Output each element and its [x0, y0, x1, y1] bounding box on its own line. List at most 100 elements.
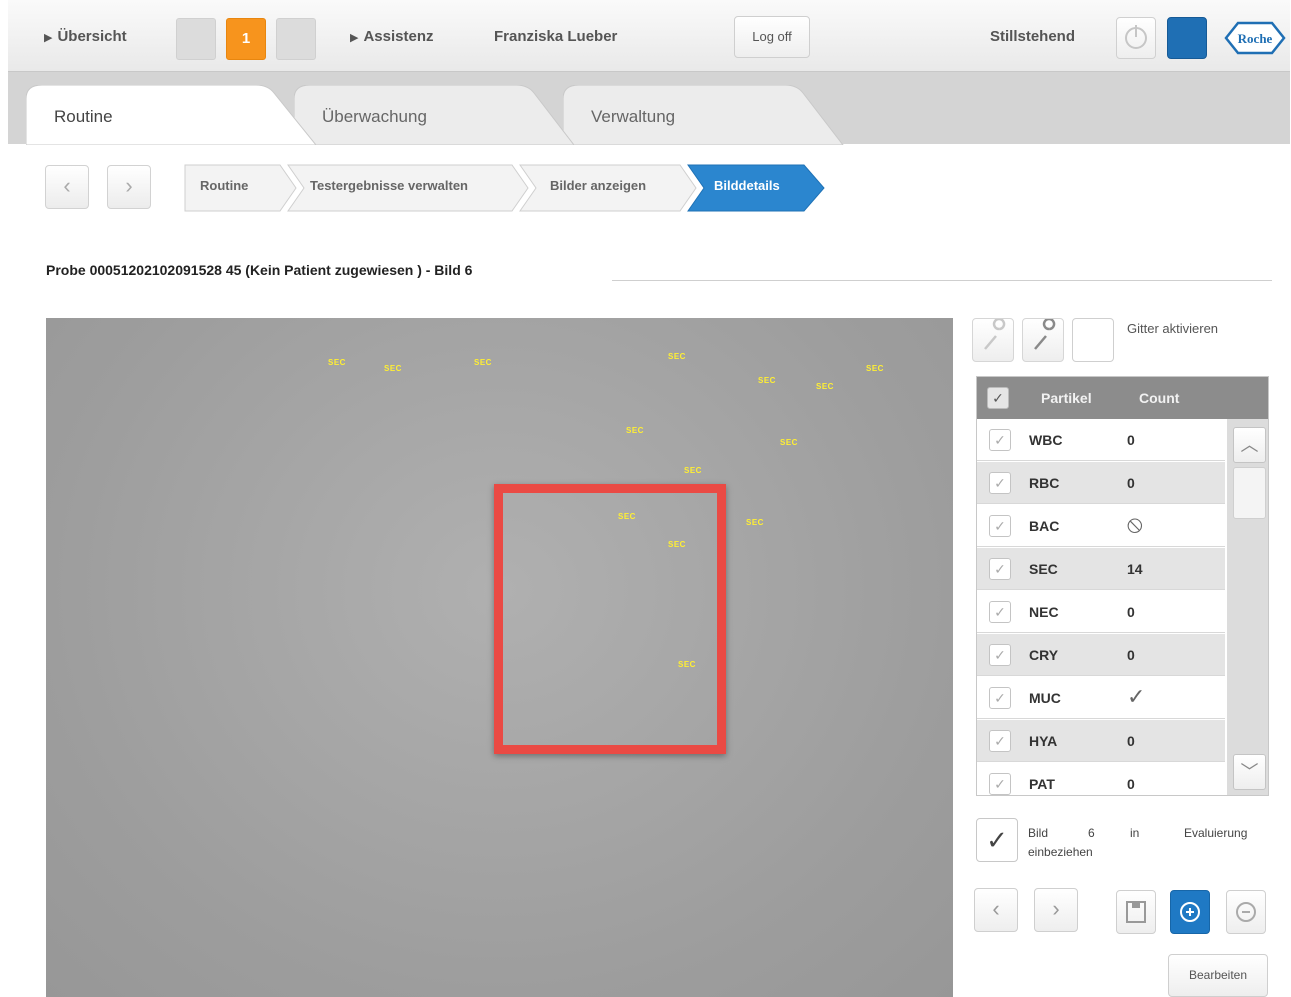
row-checkbox[interactable]: ✓: [989, 429, 1011, 451]
particle-tag[interactable]: SEC: [684, 466, 702, 475]
particle-count: 0: [1127, 776, 1135, 792]
notification-badge[interactable]: 1: [226, 18, 266, 60]
particle-table: ✓ Partikel Count ✓ WBC 0 ✓ RBC 0 ✓ BAC ⦸…: [976, 376, 1269, 796]
particle-count: 0: [1127, 604, 1135, 620]
row-checkbox[interactable]: ✓: [989, 472, 1011, 494]
column-header-particle: Partikel: [1041, 390, 1092, 406]
breadcrumb-item-routine[interactable]: Routine: [200, 178, 248, 193]
zoom-in-icon: [1180, 902, 1200, 922]
chevron-up-icon: ︿: [1240, 435, 1259, 455]
scroll-down-button[interactable]: ﹀: [1233, 754, 1266, 790]
particle-tag[interactable]: SEC: [746, 518, 764, 527]
row-checkbox[interactable]: ✓: [989, 515, 1011, 537]
particle-count: 0: [1127, 647, 1135, 663]
row-checkbox[interactable]: ✓: [989, 601, 1011, 623]
tab-routine[interactable]: Routine: [26, 85, 326, 145]
power-button[interactable]: [1116, 17, 1156, 59]
page-title: Probe 00051202102091528 45 (Kein Patient…: [46, 262, 473, 278]
breadcrumb-item-bilder[interactable]: Bilder anzeigen: [550, 178, 646, 193]
tab-bar: Verwaltung Überwachung Routine: [8, 72, 1290, 145]
tab-verwaltung[interactable]: Verwaltung: [563, 85, 853, 145]
particle-tag[interactable]: SEC: [780, 438, 798, 447]
particle-name: WBC: [1029, 432, 1063, 448]
zoom-out-icon: [1236, 902, 1256, 922]
user-icon[interactable]: [1167, 17, 1207, 59]
assistance-link[interactable]: ▶ Assistenz: [350, 28, 434, 45]
particle-count: 0: [1127, 733, 1135, 749]
zoom-in-button[interactable]: [1170, 890, 1210, 934]
table-row[interactable]: ✓ SEC 14: [977, 548, 1225, 590]
row-checkbox[interactable]: ✓: [989, 687, 1011, 709]
chevron-left-icon: ‹: [992, 896, 1000, 921]
triangle-right-icon: ▶: [350, 32, 359, 44]
eval-label-word: in: [1130, 826, 1140, 840]
chevron-right-icon: ›: [1052, 896, 1060, 921]
table-row[interactable]: ✓ WBC 0: [977, 419, 1225, 461]
include-in-evaluation-checkbox[interactable]: ✓: [976, 818, 1018, 862]
particle-name: MUC: [1029, 690, 1061, 706]
microscope-image[interactable]: SEC SEC SEC SEC SEC SEC SEC SEC SEC SEC …: [46, 318, 953, 997]
pin-tool-button[interactable]: [972, 317, 1014, 362]
chevron-right-icon: ›: [125, 173, 133, 198]
save-image-button[interactable]: [1116, 890, 1156, 934]
status-slot-1[interactable]: [176, 18, 216, 60]
table-header: ✓ Partikel Count: [977, 377, 1268, 419]
eval-label-word: Evaluierung: [1184, 826, 1248, 840]
edit-button[interactable]: Bearbeiten: [1168, 954, 1268, 997]
table-row[interactable]: ✓ HYA 0: [977, 720, 1225, 762]
table-row[interactable]: ✓ CRY 0: [977, 634, 1225, 676]
top-bar: ▶ Übersicht 1 ▶ Assistenz Franziska Lueber…: [8, 0, 1290, 72]
eval-label-word: Bild: [1028, 826, 1049, 840]
row-checkbox[interactable]: ✓: [989, 558, 1011, 580]
table-row[interactable]: ✓ RBC 0: [977, 462, 1225, 504]
particle-tag[interactable]: SEC: [474, 358, 492, 367]
scroll-up-button[interactable]: ︿: [1233, 427, 1266, 463]
next-image-button[interactable]: ›: [1034, 888, 1078, 932]
checkmark-icon: ✓: [1127, 684, 1146, 709]
row-checkbox[interactable]: ✓: [989, 773, 1011, 795]
particle-count: 0: [1127, 475, 1135, 491]
particle-name: NEC: [1029, 604, 1059, 620]
table-row[interactable]: ✓ NEC 0: [977, 591, 1225, 633]
particle-tag[interactable]: SEC: [384, 364, 402, 373]
tab-uberwachung[interactable]: Überwachung: [294, 85, 584, 145]
eval-label-sub: einbeziehen: [1028, 845, 1093, 859]
pin-active-button[interactable]: [1022, 317, 1064, 362]
selection-box[interactable]: [494, 484, 726, 754]
particle-name: CRY: [1029, 647, 1059, 663]
particle-tag[interactable]: SEC: [758, 376, 776, 385]
particle-name: HYA: [1029, 733, 1058, 749]
roche-logo: Roche: [1224, 21, 1286, 55]
particle-tag[interactable]: SEC: [668, 352, 686, 361]
particle-count: 0: [1127, 432, 1135, 448]
eval-label-word: 6: [1088, 826, 1095, 840]
zoom-out-button[interactable]: [1226, 890, 1266, 934]
table-row[interactable]: ✓ BAC ⦸: [977, 505, 1225, 547]
back-button[interactable]: ‹: [45, 165, 89, 209]
breadcrumb-item-testergebnisse[interactable]: Testergebnisse verwalten: [310, 178, 468, 193]
table-row[interactable]: ✓ PAT 0: [977, 763, 1225, 795]
roche-logo-text: Roche: [1238, 31, 1273, 46]
column-header-count: Count: [1139, 390, 1180, 406]
breadcrumb: Routine Testergebnisse verwalten Bilder …: [184, 164, 834, 212]
particle-tag[interactable]: SEC: [626, 426, 644, 435]
particle-tag[interactable]: SEC: [866, 364, 884, 373]
particle-tag[interactable]: SEC: [816, 382, 834, 391]
table-row[interactable]: ✓ MUC ✓: [977, 677, 1225, 719]
status-slot-2[interactable]: [276, 18, 316, 60]
overview-link[interactable]: ▶ Übersicht: [44, 28, 127, 45]
logoff-button[interactable]: Log off: [734, 16, 810, 58]
previous-image-button[interactable]: ‹: [974, 888, 1018, 932]
scrollbar-thumb[interactable]: [1233, 467, 1266, 519]
select-all-checkbox[interactable]: ✓: [987, 387, 1009, 409]
forward-button[interactable]: ›: [107, 165, 151, 209]
particle-name: PAT: [1029, 776, 1055, 792]
particle-tag[interactable]: SEC: [328, 358, 346, 367]
grid-toggle-checkbox[interactable]: [1072, 318, 1114, 362]
row-checkbox[interactable]: ✓: [989, 644, 1011, 666]
row-checkbox[interactable]: ✓: [989, 730, 1011, 752]
particle-count: 14: [1127, 561, 1143, 577]
pin-icon: [1034, 317, 1056, 350]
triangle-right-icon: ▶: [44, 32, 53, 44]
prohibited-icon: ⦸: [1127, 511, 1143, 538]
